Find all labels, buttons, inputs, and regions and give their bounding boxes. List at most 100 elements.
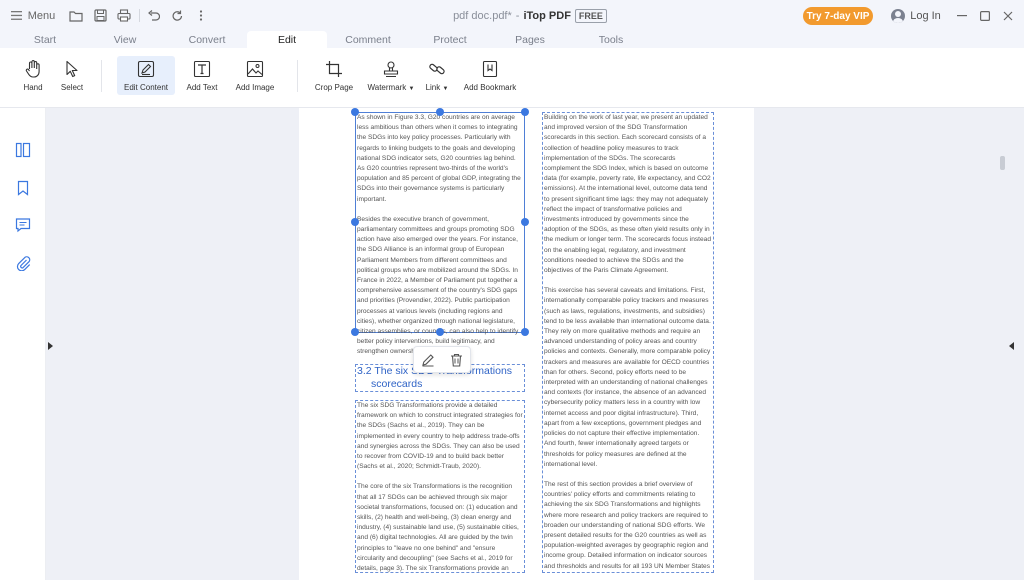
resize-handle[interactable] <box>351 108 359 116</box>
text-paragraph: This exercise has several caveats and li… <box>544 287 711 468</box>
text-paragraph: Besides the executive branch of governme… <box>357 215 519 356</box>
close-icon[interactable] <box>998 0 1018 31</box>
heading-line: scorecards <box>371 377 423 390</box>
tab-tools[interactable]: Tools <box>586 31 636 48</box>
delete-block-button[interactable] <box>447 351 465 369</box>
watermark-dropdown[interactable]: Watermark ▼ <box>364 56 418 95</box>
select-tool-button[interactable]: Select <box>54 56 90 95</box>
menu-label: Menu <box>27 9 56 22</box>
resize-handle[interactable] <box>436 328 444 336</box>
hand-tool-button[interactable]: Hand <box>14 56 52 95</box>
toolbar-divider <box>101 60 102 92</box>
login-button[interactable]: Log In <box>888 0 944 31</box>
vertical-scrollbar[interactable] <box>1000 156 1005 170</box>
window-title: pdf doc.pdf* - iTop PDF FREE <box>380 0 680 31</box>
tab-start[interactable]: Start <box>20 31 70 48</box>
hamburger-icon <box>10 11 22 20</box>
text-paragraph: Building on the work of last year, we pr… <box>544 114 711 275</box>
add-bookmark-icon <box>480 59 500 79</box>
link-icon <box>427 59 447 79</box>
text-paragraph: As shown in Figure 3.3, G20 countries ar… <box>357 114 521 203</box>
menu-button[interactable]: Menu <box>8 0 58 31</box>
tab-edit[interactable]: Edit <box>247 31 327 48</box>
pdf-page[interactable]: As shown in Figure 3.3, G20 countries ar… <box>299 108 754 580</box>
text-paragraph: The core of the six Transformations is t… <box>357 483 519 573</box>
watermark-text: Watermark <box>367 83 407 92</box>
comment-icon[interactable] <box>15 217 31 233</box>
left-sidebar <box>0 108 46 588</box>
login-label: Log In <box>910 9 941 22</box>
thumbnails-icon[interactable] <box>15 142 31 158</box>
edit-content-label: Edit Content <box>123 83 169 92</box>
title-divider <box>139 9 140 22</box>
crop-page-label: Crop Page <box>314 83 354 92</box>
crop-icon <box>324 59 344 79</box>
ribbon-tabs: Start View Convert Edit Comment Protect … <box>0 31 1024 48</box>
toolbar-divider <box>297 60 298 92</box>
add-bookmark-label: Add Bookmark <box>463 83 517 92</box>
user-avatar-icon <box>891 8 906 23</box>
resize-handle[interactable] <box>521 218 529 226</box>
maximize-icon[interactable] <box>975 0 995 31</box>
app-name: iTop PDF <box>523 9 571 22</box>
redo-icon[interactable] <box>167 0 187 31</box>
save-icon[interactable] <box>90 0 110 31</box>
hand-icon <box>23 59 43 79</box>
expand-left-panel-icon[interactable] <box>48 342 53 350</box>
add-text-button[interactable]: Add Text <box>180 56 224 95</box>
print-icon[interactable] <box>114 0 134 31</box>
add-text-icon <box>192 59 212 79</box>
tab-view[interactable]: View <box>100 31 150 48</box>
watermark-label: Watermark ▼ <box>367 83 414 92</box>
undo-icon[interactable] <box>143 0 163 31</box>
add-image-button[interactable]: Add Image <box>230 56 280 95</box>
tab-comment[interactable]: Comment <box>337 31 399 48</box>
resize-handle[interactable] <box>521 108 529 116</box>
text-block[interactable]: The six SDG Transformations provide a de… <box>355 400 525 573</box>
status-strip <box>0 580 1024 588</box>
document-workarea[interactable]: As shown in Figure 3.3, G20 countries ar… <box>46 108 1024 580</box>
pencil-icon <box>422 353 434 366</box>
expand-right-panel-icon[interactable] <box>1009 342 1014 350</box>
free-badge: FREE <box>574 8 607 23</box>
resize-handle[interactable] <box>351 328 359 336</box>
try-vip-button[interactable]: Try 7-day VIP <box>803 7 873 25</box>
add-text-label: Add Text <box>186 83 218 92</box>
link-label: Link ▼ <box>426 83 449 92</box>
resize-handle[interactable] <box>351 218 359 226</box>
select-label: Select <box>60 83 84 92</box>
text-block[interactable]: Building on the work of last year, we pr… <box>542 112 714 573</box>
cursor-arrow-icon <box>62 59 82 79</box>
document-name: pdf doc.pdf* <box>453 9 512 22</box>
edit-block-button[interactable] <box>419 351 437 369</box>
link-text: Link <box>425 83 441 92</box>
attachment-icon[interactable] <box>15 255 31 272</box>
crop-page-button[interactable]: Crop Page <box>312 56 356 95</box>
chevron-down-icon: ▼ <box>442 86 449 92</box>
selected-text-block[interactable]: As shown in Figure 3.3, G20 countries ar… <box>355 112 525 355</box>
trash-icon <box>450 353 462 367</box>
add-image-label: Add Image <box>235 83 275 92</box>
title-bar: Menu pdf doc.pdf* - iTop PDF FREE Try 7-… <box>0 0 1024 31</box>
add-bookmark-button[interactable]: Add Bookmark <box>460 56 520 95</box>
title-separator: - <box>515 9 520 22</box>
text-paragraph: The rest of this section provides a brie… <box>544 480 711 570</box>
block-action-bar <box>413 346 471 373</box>
resize-handle[interactable] <box>521 328 529 336</box>
bookmark-icon[interactable] <box>15 180 31 196</box>
tab-protect[interactable]: Protect <box>420 31 480 48</box>
tab-pages[interactable]: Pages <box>505 31 555 48</box>
watermark-stamp-icon <box>381 59 401 79</box>
open-folder-icon[interactable] <box>66 0 86 31</box>
tab-convert[interactable]: Convert <box>177 31 237 48</box>
minimize-icon[interactable] <box>952 0 972 31</box>
more-options-icon[interactable] <box>192 0 210 31</box>
text-paragraph: The six SDG Transformations provide a de… <box>357 402 523 471</box>
chevron-down-icon: ▼ <box>408 86 415 92</box>
link-dropdown[interactable]: Link ▼ <box>422 56 452 95</box>
edit-content-icon <box>136 59 156 79</box>
edit-toolbar: Hand Select Edit Content Add Text Add Im… <box>0 48 1024 108</box>
edit-content-button[interactable]: Edit Content <box>117 56 175 95</box>
resize-handle[interactable] <box>436 108 444 116</box>
hand-label: Hand <box>23 83 43 92</box>
